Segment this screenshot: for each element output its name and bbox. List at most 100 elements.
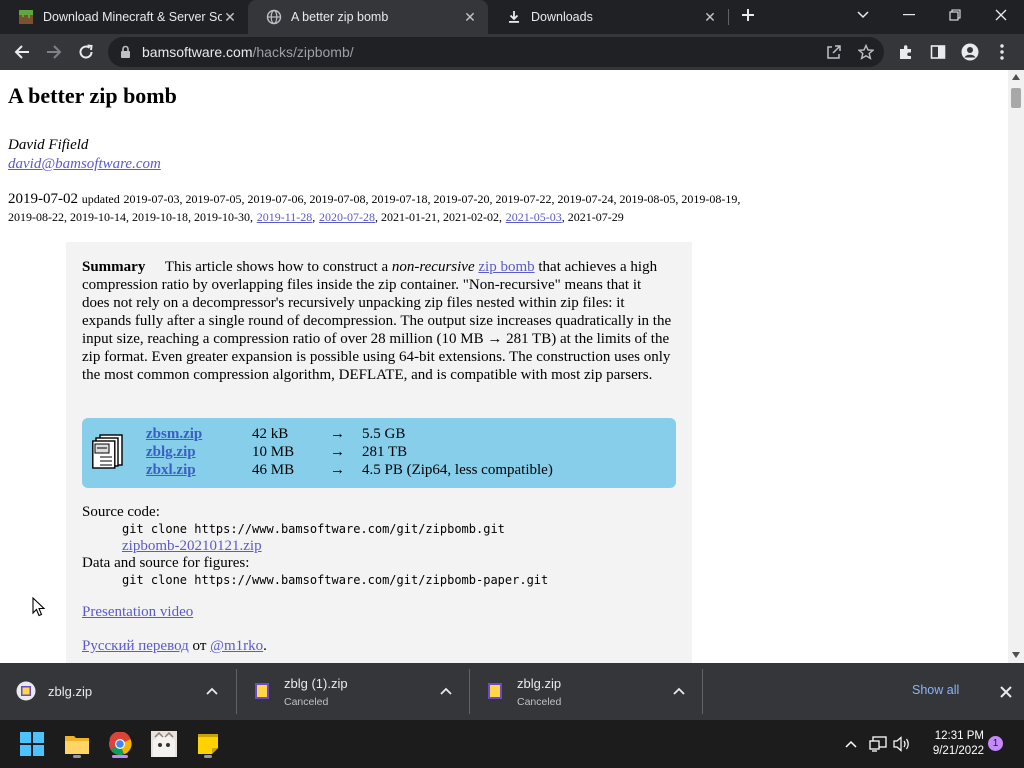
- arrow-icon: →: [330, 462, 345, 478]
- tab-zipbomb[interactable]: A better zip bomb ✕: [248, 0, 488, 34]
- data-source-label: Data and source for figures:: [82, 555, 250, 571]
- tab-title: A better zip bomb: [291, 10, 389, 24]
- download-status: Canceled: [284, 696, 329, 708]
- page-content: A better zip bomb David Fifield david@ba…: [0, 70, 1008, 663]
- author-name: David Fifield: [8, 137, 89, 153]
- network-icon: [869, 736, 887, 752]
- tab-search-button[interactable]: [840, 0, 886, 30]
- zip-file-icon: [255, 683, 269, 699]
- clock-time: 12:31 PM: [934, 730, 984, 742]
- app-character-button[interactable]: [148, 728, 180, 760]
- chevron-up-icon: [845, 740, 857, 748]
- start-button[interactable]: [16, 728, 48, 760]
- restore-icon: [949, 9, 961, 21]
- download-item[interactable]: zblg.zip Canceled: [469, 663, 702, 720]
- arrow-icon: →: [330, 426, 345, 442]
- file-link[interactable]: zbxl.zip: [146, 462, 196, 479]
- zip-archive-icon: [92, 434, 123, 469]
- lock-icon: [121, 45, 130, 58]
- sticky-note-icon: [198, 734, 218, 754]
- tab-minecraft[interactable]: Download Minecraft & Server So ✕: [0, 0, 248, 34]
- menu-button[interactable]: [986, 36, 1018, 68]
- page-title: A better zip bomb: [8, 83, 177, 108]
- reload-icon: [79, 44, 93, 59]
- data-git-command: git clone https://www.bamsoftware.com/gi…: [122, 573, 549, 587]
- side-panel-button[interactable]: [922, 36, 954, 68]
- update-date-link[interactable]: 2021-05-03: [506, 210, 562, 224]
- close-icon: [1000, 686, 1012, 698]
- close-tab-icon[interactable]: ✕: [462, 9, 478, 25]
- back-button[interactable]: [6, 36, 38, 68]
- source-zip-link[interactable]: zipbomb-20210121.zip: [122, 538, 262, 554]
- file-explorer-button[interactable]: [61, 728, 93, 760]
- summary-emphasis: non-recursive: [391, 259, 475, 275]
- speaker-icon: [893, 736, 909, 752]
- summary-label: Summary: [82, 259, 146, 275]
- zip-file-icon: [16, 681, 36, 701]
- zip-bomb-link[interactable]: zip bomb: [478, 259, 534, 275]
- anime-character-icon: [151, 731, 177, 757]
- new-tab-button[interactable]: [730, 0, 766, 30]
- close-shelf-button[interactable]: [995, 681, 1017, 703]
- zip-file-icon: [488, 683, 502, 699]
- address-bar[interactable]: bamsoftware.com/hacks/zipbomb/: [108, 37, 884, 67]
- update-dates: , 2021-07-29: [561, 210, 624, 224]
- russian-translation-link[interactable]: Русский перевод: [82, 638, 189, 654]
- summary-box: Summary This article shows how to constr…: [66, 242, 692, 663]
- summary-text: that achieves a high compression ratio b…: [82, 259, 672, 383]
- updated-label: updated: [81, 192, 120, 206]
- restore-button[interactable]: [932, 0, 978, 30]
- translator-link[interactable]: @m1rko: [210, 638, 263, 654]
- show-hidden-icons-button[interactable]: [836, 728, 866, 760]
- notification-badge[interactable]: 1: [988, 736, 1003, 751]
- close-window-button[interactable]: [978, 0, 1024, 30]
- download-item[interactable]: zblg.zip: [0, 663, 236, 720]
- presentation-video-link[interactable]: Presentation video: [82, 604, 193, 621]
- summary-paragraph: Summary This article shows how to constr…: [82, 258, 672, 384]
- close-tab-icon[interactable]: ✕: [222, 9, 238, 25]
- show-all-button[interactable]: Show all: [912, 683, 959, 697]
- expanded-size: 281 TB: [362, 444, 408, 460]
- sticky-notes-button[interactable]: [192, 728, 224, 760]
- download-shelf: zblg.zip zblg (1).zip Canceled zblg.zip …: [0, 663, 1024, 720]
- profile-button[interactable]: [954, 36, 986, 68]
- download-filename: zblg (1).zip: [284, 676, 348, 691]
- scroll-up-icon: [1012, 74, 1020, 80]
- close-icon: [995, 9, 1007, 21]
- forward-button[interactable]: [38, 36, 70, 68]
- download-filename: zblg.zip: [48, 684, 93, 699]
- chevron-up-icon[interactable]: [669, 681, 689, 701]
- from-text: от: [192, 638, 207, 654]
- date-line: 2019-07-02 updated 2019-07-03, 2019-07-0…: [8, 191, 741, 224]
- download-files-box: zbsm.zip 42 kB → 5.5 GB zblg.zip 10 MB →…: [82, 418, 676, 488]
- minecraft-grass-icon: [18, 9, 34, 25]
- url-host: bamsoftware.com: [142, 44, 253, 60]
- volume-button[interactable]: [888, 728, 916, 760]
- globe-icon: [266, 9, 282, 25]
- download-filename: zblg.zip: [517, 676, 562, 691]
- update-date-link[interactable]: 2020-07-28: [319, 210, 375, 224]
- page-scrollbar[interactable]: [1008, 70, 1024, 663]
- tab-downloads[interactable]: Downloads ✕: [488, 0, 728, 34]
- update-dates: , 2021-01-21, 2021-02-02,: [375, 210, 502, 224]
- expanded-size: 4.5 PB (Zip64, less compatible): [362, 462, 553, 478]
- expanded-size: 5.5 GB: [362, 426, 406, 442]
- minimize-button[interactable]: [886, 0, 932, 30]
- extensions-button[interactable]: [890, 36, 922, 68]
- chevron-up-icon[interactable]: [436, 681, 456, 701]
- plus-icon: [742, 9, 754, 21]
- update-date-link[interactable]: 2019-11-28: [257, 210, 313, 224]
- file-link[interactable]: zblg.zip: [146, 444, 196, 461]
- close-tab-icon[interactable]: ✕: [702, 9, 718, 25]
- file-link[interactable]: zbsm.zip: [146, 426, 202, 443]
- tab-title: Downloads: [531, 10, 593, 24]
- windows-logo-icon: [20, 732, 44, 756]
- taskbar-clock[interactable]: 12:31 PM 9/21/2022: [918, 729, 984, 759]
- author-email-link[interactable]: david@bamsoftware.com: [8, 156, 161, 173]
- chrome-button[interactable]: [104, 728, 136, 760]
- chevron-up-icon[interactable]: [202, 681, 222, 701]
- reload-button[interactable]: [70, 36, 102, 68]
- download-item[interactable]: zblg (1).zip Canceled: [236, 663, 469, 720]
- chrome-icon: [109, 732, 132, 756]
- scrollbar-thumb[interactable]: [1011, 88, 1021, 108]
